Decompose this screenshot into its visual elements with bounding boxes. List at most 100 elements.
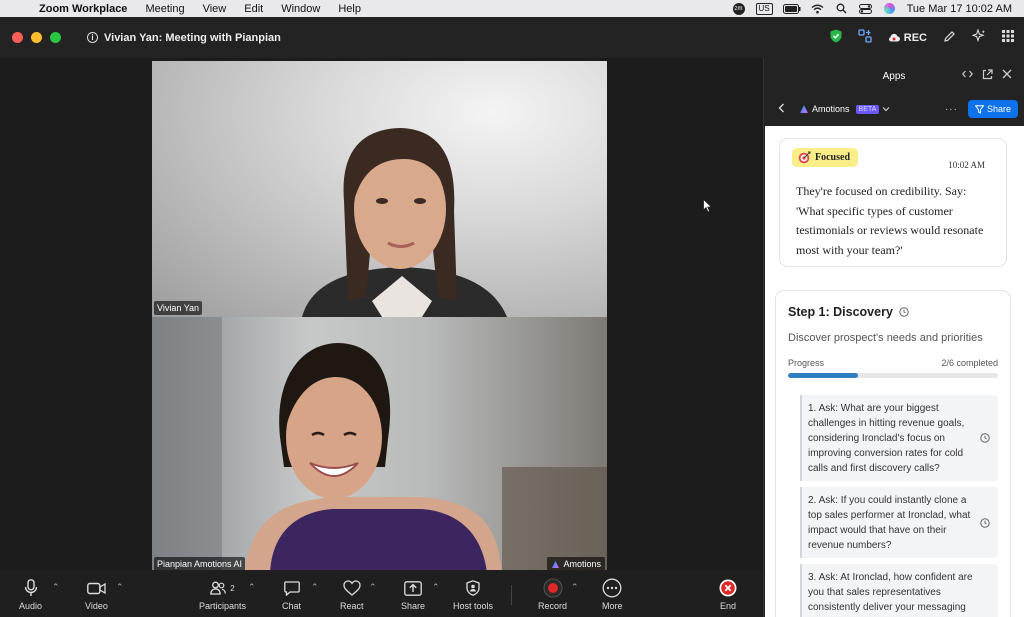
menu-window[interactable]: Window [272, 3, 329, 15]
participants-count: 2 [230, 583, 235, 593]
security-shield-icon[interactable] [830, 29, 842, 46]
app-selector[interactable]: Amotions BETA [799, 104, 890, 114]
host-tools-button[interactable]: Host tools [453, 578, 493, 611]
app-subheader: Amotions BETA ··· Share [764, 94, 1024, 124]
participants-icon: 2 [210, 578, 235, 598]
window-titlebar: i Vivian Yan: Meeting with Pianpian REC [0, 17, 1024, 58]
spotlight-search-icon[interactable] [835, 3, 849, 15]
focus-badge-label: Focused [815, 152, 850, 163]
ai-companion-sparkle-icon[interactable] [971, 28, 986, 46]
embed-code-icon[interactable] [961, 69, 974, 83]
share-screen-icon [404, 578, 422, 598]
wifi-icon[interactable] [811, 3, 825, 15]
focus-badge: Focused [792, 148, 858, 167]
question-item[interactable]: 3. Ask: At Ironclad, how confident are y… [800, 564, 998, 617]
audio-button[interactable]: Audio [19, 578, 42, 611]
video-stage: Vivian Yan Pianpian Amotions AI Amotions [0, 58, 763, 573]
end-meeting-button[interactable]: End [719, 578, 737, 611]
host-shield-icon [466, 578, 480, 598]
participants-options-chevron-icon[interactable]: ⌃ [248, 582, 256, 593]
chat-button[interactable]: Chat [282, 578, 301, 611]
participants-button[interactable]: 2 Participants [199, 578, 246, 611]
insight-timestamp: 10:02 AM [948, 160, 985, 170]
share-app-button[interactable]: Share [967, 100, 1018, 118]
record-options-chevron-icon[interactable]: ⌃ [571, 582, 579, 593]
input-source-icon[interactable]: US [755, 2, 773, 15]
chat-bubble-icon [283, 578, 300, 598]
info-icon[interactable]: i [87, 32, 98, 43]
menu-edit[interactable]: Edit [235, 3, 272, 15]
apps-panel-title: Apps [882, 70, 906, 82]
question-text: 1. Ask: What are your biggest challenges… [808, 403, 965, 474]
meeting-toolbar: Audio ⌃ Video ⌃ 2 Participants ⌃ Chat ⌃ [0, 570, 763, 617]
menubar-status: zm US Tue Mar 17 10:02 AM [732, 2, 1024, 15]
chevron-down-icon [882, 107, 890, 112]
video-button[interactable]: Video [85, 578, 108, 611]
close-panel-icon[interactable] [1002, 69, 1012, 83]
titlebar-actions: REC [830, 28, 1024, 46]
menu-meeting[interactable]: Meeting [136, 3, 193, 15]
audio-options-chevron-icon[interactable]: ⌃ [52, 582, 60, 593]
filter-icon [974, 104, 984, 114]
menu-help[interactable]: Help [329, 3, 370, 15]
share-options-chevron-icon[interactable]: ⌃ [432, 582, 440, 593]
end-meeting-label: End [719, 601, 736, 611]
progress-row: Progress 2/6 completed [788, 358, 998, 368]
pop-out-icon[interactable] [982, 69, 993, 83]
menubar-datetime[interactable]: Tue Mar 17 10:02 AM [907, 3, 1012, 15]
cloud-record-icon [888, 33, 900, 42]
question-item[interactable]: 2. Ask: If you could instantly clone a t… [800, 487, 998, 558]
record-button[interactable]: Record [538, 578, 567, 611]
window-controls [0, 32, 61, 43]
toolbar-divider [511, 585, 512, 605]
meeting-title: i Vivian Yan: Meeting with Pianpian [87, 32, 281, 44]
audio-label: Audio [19, 601, 43, 611]
react-label: React [340, 601, 364, 611]
menu-view[interactable]: View [194, 3, 236, 15]
share-screen-button[interactable]: Share [401, 578, 425, 611]
chat-options-chevron-icon[interactable]: ⌃ [311, 582, 319, 593]
more-label: More [602, 601, 623, 611]
question-item[interactable]: 1. Ask: What are your biggest challenges… [800, 395, 998, 481]
video-options-chevron-icon[interactable]: ⌃ [116, 582, 124, 593]
step-description: Discover prospect's needs and priorities [788, 332, 983, 344]
beta-badge: BETA [855, 104, 880, 114]
share-screen-label: Share [401, 601, 426, 611]
video-tile-vivian[interactable]: Vivian Yan [152, 61, 607, 317]
apps-focus-icon[interactable] [858, 29, 872, 46]
more-options-icon[interactable]: ··· [945, 104, 958, 115]
apps-panel-header: Apps [764, 58, 1024, 94]
siri-icon[interactable] [883, 3, 897, 15]
participants-label: Participants [199, 601, 247, 611]
battery-icon[interactable] [782, 3, 801, 15]
progress-count: 2/6 completed [941, 358, 998, 368]
amotions-logo-icon [552, 560, 560, 568]
participant-video-image [152, 317, 607, 573]
amotions-app-content: Focused 10:02 AM They're focused on cred… [765, 126, 1024, 617]
annotate-pencil-icon[interactable] [943, 30, 956, 46]
clock-icon [980, 517, 990, 528]
video-tile-pianpian[interactable]: Pianpian Amotions AI Amotions [152, 317, 607, 573]
participant-name-tag: Vivian Yan [154, 301, 203, 315]
video-camera-icon [87, 578, 106, 598]
progress-bar [788, 373, 998, 378]
apps-grid-icon[interactable] [1002, 30, 1014, 45]
recording-indicator[interactable]: REC [888, 32, 927, 44]
zoom-window: Zoom Workplace Meeting View Edit Window … [0, 0, 1024, 617]
insight-card: Focused 10:02 AM They're focused on cred… [779, 138, 1007, 267]
zoom-window-button[interactable] [50, 32, 61, 43]
participant-video-image [302, 128, 507, 317]
zoom-status-icon[interactable]: zm [732, 2, 746, 15]
apps-panel: Apps Amotions BETA ··· Share Focused 10:… [763, 58, 1024, 617]
minimize-window-button[interactable] [31, 32, 42, 43]
menu-app[interactable]: Zoom Workplace [30, 3, 136, 15]
app-badge-label: Amotions [563, 559, 601, 569]
target-icon [798, 151, 811, 164]
react-options-chevron-icon[interactable]: ⌃ [369, 582, 377, 593]
back-chevron-icon[interactable] [778, 102, 785, 116]
question-text: 2. Ask: If you could instantly clone a t… [808, 495, 971, 551]
close-window-button[interactable] [12, 32, 23, 43]
react-button[interactable]: React [340, 578, 364, 611]
more-button[interactable]: More [602, 578, 623, 611]
control-center-icon[interactable] [859, 3, 873, 15]
